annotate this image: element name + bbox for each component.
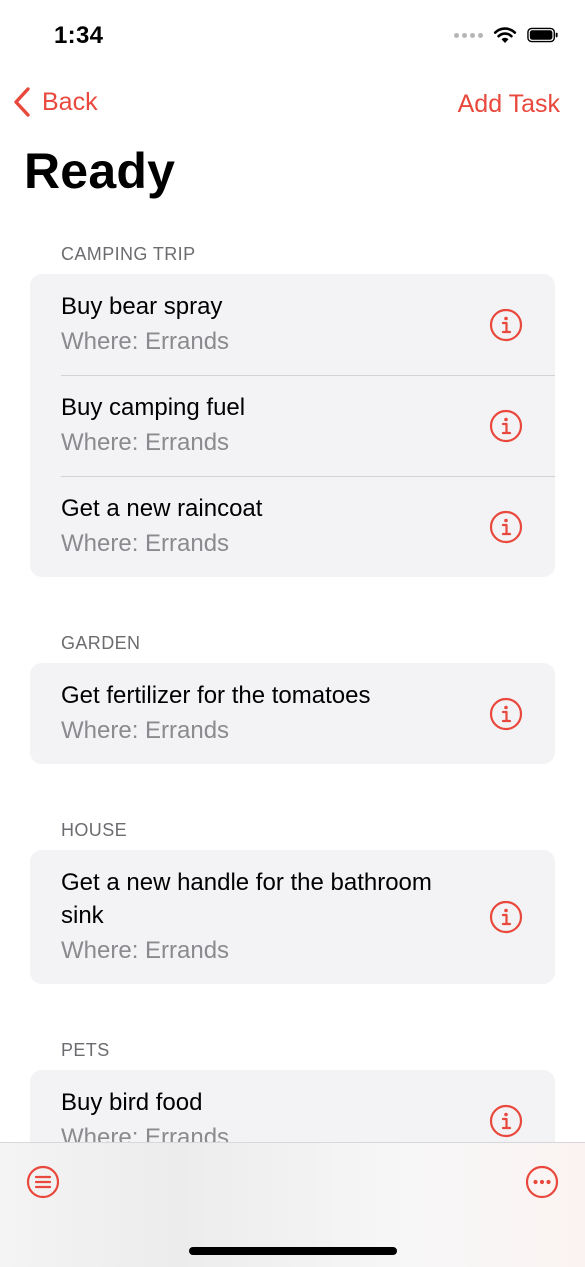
info-circle-icon[interactable]: [489, 900, 523, 934]
section-header: CAMPING TRIP: [61, 243, 196, 264]
task-row[interactable]: Get a new handle for the bathroom sink Wh…: [30, 850, 555, 984]
bottom-toolbar: [0, 1142, 585, 1267]
task-location: Where: Errands: [61, 530, 230, 557]
list-icon[interactable]: [26, 1165, 60, 1199]
wifi-icon: [493, 27, 517, 43]
task-group: Get fertilizer for the tomatoes Where: Er…: [30, 663, 555, 764]
info-circle-icon[interactable]: [489, 697, 523, 731]
add-task-button[interactable]: Add Task: [458, 90, 560, 119]
battery-icon: [527, 27, 558, 43]
task-location: Where: Errands: [61, 717, 230, 744]
section-header: PETS: [61, 1039, 110, 1060]
task-group: Buy bird food Where: Errands: [30, 1070, 555, 1142]
task-group: Buy bear spray Where: Errands Buy camping …: [30, 274, 555, 577]
task-row[interactable]: Get a new raincoat Where: Errands: [30, 476, 555, 577]
info-circle-icon[interactable]: [489, 1104, 523, 1138]
chevron-left-icon: [14, 87, 30, 117]
cellular-signal-icon: [454, 32, 483, 38]
task-location: Where: Errands: [61, 1124, 230, 1142]
status-icons: [454, 26, 559, 44]
page-title: Ready: [24, 143, 176, 199]
task-location: Where: Errands: [61, 328, 230, 355]
status-bar: 1:34: [0, 0, 585, 70]
navigation-bar: Back Add Task: [0, 80, 585, 128]
more-icon[interactable]: [525, 1165, 559, 1199]
status-time: 1:34: [54, 22, 104, 49]
back-button[interactable]: Back: [12, 86, 98, 118]
task-row[interactable]: Buy bear spray Where: Errands: [30, 274, 555, 375]
home-indicator: [189, 1247, 397, 1255]
task-title: Buy bear spray: [61, 293, 223, 320]
task-row[interactable]: Buy camping fuel Where: Errands: [30, 375, 555, 476]
task-title: Get fertilizer for the tomatoes: [61, 682, 371, 709]
task-row[interactable]: Buy bird food Where: Errands: [30, 1070, 555, 1142]
task-title: Buy camping fuel: [61, 394, 246, 421]
info-circle-icon[interactable]: [489, 510, 523, 544]
task-location: Where: Errands: [61, 429, 230, 456]
task-location: Where: Errands: [61, 937, 230, 964]
task-title: Get a new raincoat: [61, 495, 263, 522]
info-circle-icon[interactable]: [489, 409, 523, 443]
task-row[interactable]: Get fertilizer for the tomatoes Where: Er…: [30, 663, 555, 764]
section-header: HOUSE: [61, 819, 128, 840]
section-header: GARDEN: [61, 632, 141, 653]
task-title: Get a new handle for the bathroom sink: [61, 869, 432, 929]
task-list[interactable]: CAMPING TRIP Buy bear spray Where: Errands…: [0, 234, 585, 1142]
info-circle-icon[interactable]: [489, 308, 523, 342]
task-group: Get a new handle for the bathroom sink Wh…: [30, 850, 555, 984]
task-title: Buy bird food: [61, 1089, 203, 1116]
back-label: Back: [42, 87, 98, 116]
